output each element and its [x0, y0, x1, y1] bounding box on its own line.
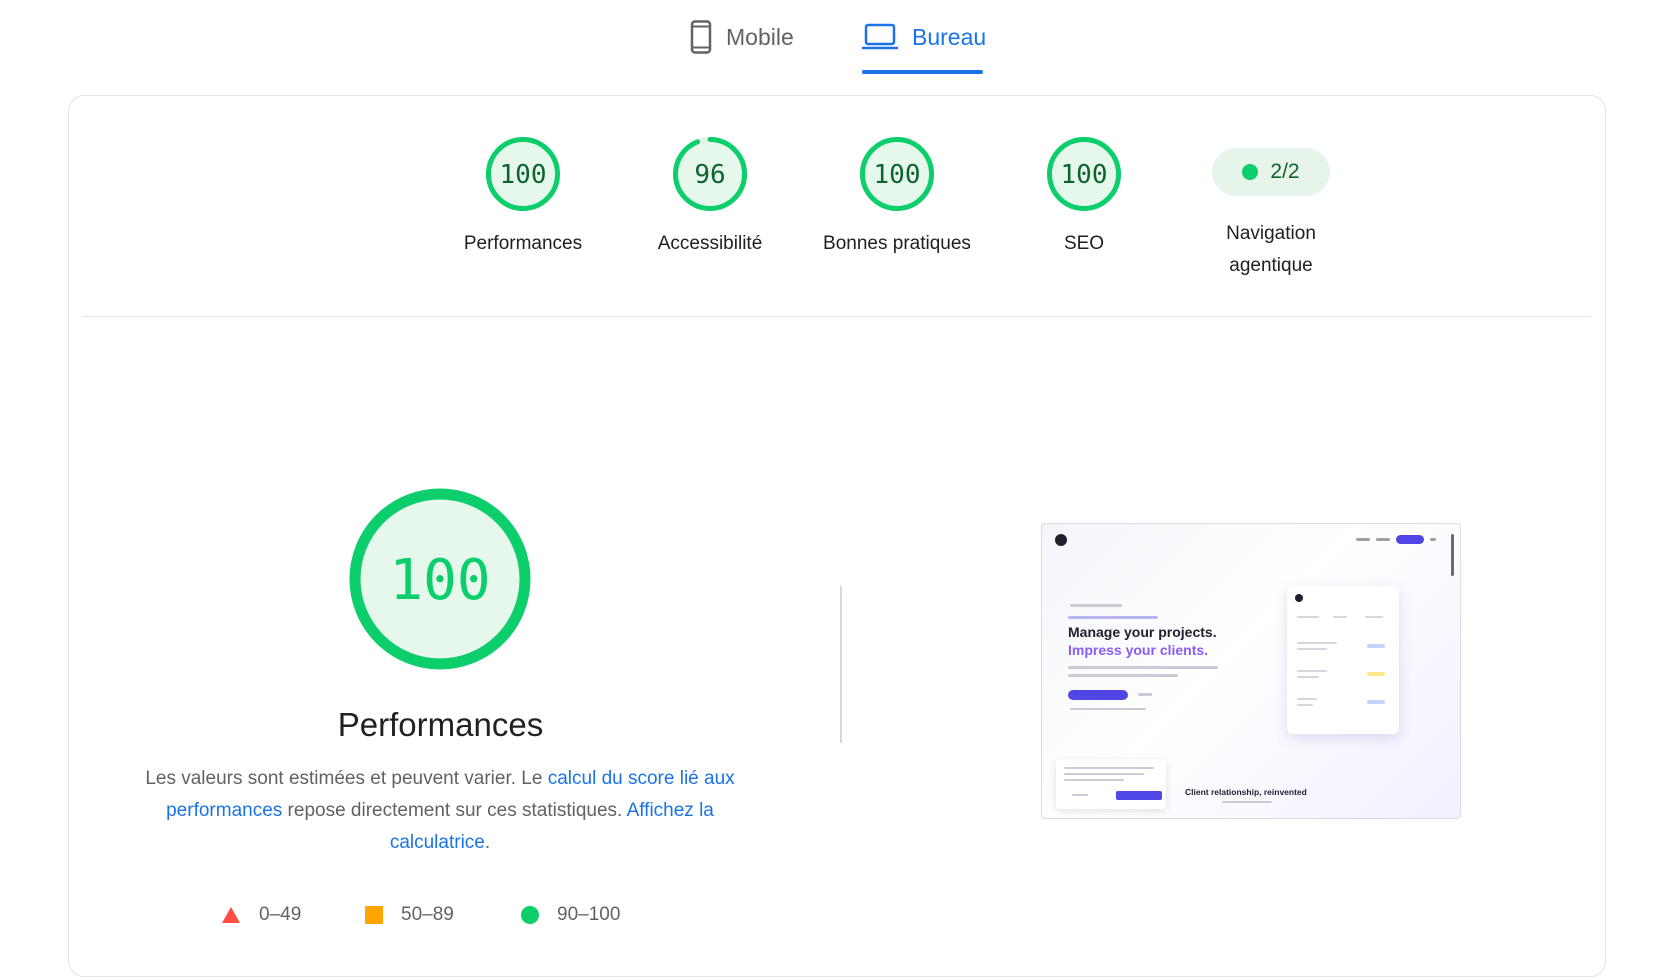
- legend-average-range: 50–89: [401, 904, 454, 925]
- gauge-score: 100: [874, 160, 921, 190]
- desc-text-3: .: [484, 832, 491, 853]
- legend-fail: 0–49: [221, 904, 301, 926]
- circle-icon: [521, 906, 539, 924]
- active-tab-indicator: [862, 70, 983, 74]
- placeholder-line: [1068, 616, 1158, 619]
- tab-mobile[interactable]: Mobile: [690, 12, 794, 62]
- gauge-ring: 100: [860, 137, 934, 211]
- category-gauges: 100 Performances 96 Accessibilité 100 Bo…: [69, 96, 1605, 316]
- performance-description: Les valeurs sont estimées et peuvent var…: [114, 763, 766, 859]
- gauge-accessibility[interactable]: 96 Accessibilité: [610, 134, 810, 260]
- desc-text-2: repose directement sur ces statistiques.: [282, 800, 627, 821]
- placeholder-line: [1070, 708, 1146, 710]
- gauge-seo[interactable]: 100 SEO: [984, 134, 1184, 260]
- gauge-best-practices[interactable]: 100 Bonnes pratiques: [797, 134, 997, 260]
- preview-subheadline: Impress your clients.: [1068, 642, 1209, 658]
- gauge-score: 100: [500, 160, 547, 190]
- performance-score: 100: [389, 548, 490, 613]
- gauge-agentic-navigation[interactable]: 2/2 Navigation agentique: [1171, 134, 1371, 282]
- device-tabs: Mobile Bureau: [0, 0, 1659, 80]
- gauge-performance[interactable]: 100 Performances: [423, 134, 623, 260]
- tab-desktop-label: Bureau: [912, 23, 987, 50]
- section-divider: [83, 316, 1591, 317]
- tab-mobile-label: Mobile: [726, 23, 794, 50]
- legend-fail-range: 0–49: [259, 904, 302, 925]
- gauge-ring: 96: [673, 137, 747, 211]
- gauge-ring: 100: [486, 137, 560, 211]
- legend-average: 50–89: [365, 904, 454, 926]
- navigation-value: 2/2: [1270, 160, 1300, 183]
- gauge-score: 96: [694, 160, 725, 190]
- page-screenshot-preview[interactable]: Manage your projects. Impress your clien…: [1041, 523, 1461, 819]
- pass-dot-icon: [1242, 164, 1259, 180]
- placeholder-line: [1068, 666, 1218, 669]
- vertical-divider: [840, 586, 842, 743]
- placeholder-line: [1070, 604, 1122, 607]
- performance-title: Performances: [337, 706, 544, 743]
- navigation-label-line1: Navigation: [1226, 223, 1316, 244]
- gauge-score: 100: [1061, 160, 1108, 190]
- performance-gauge: 100: [349, 488, 531, 670]
- preview-dashboard-card: [1287, 586, 1399, 734]
- gauge-label: SEO: [1063, 233, 1105, 254]
- preview-footer-heading: Client relationship, reinvented: [1185, 787, 1307, 797]
- triangle-icon: [222, 907, 240, 923]
- laptop-icon: [862, 23, 898, 51]
- preview-cta-button: [1068, 690, 1128, 700]
- gauge-label: Bonnes pratiques: [823, 233, 971, 254]
- gauge-label: Accessibilité: [657, 233, 763, 254]
- site-nav: [1356, 535, 1436, 544]
- navigation-badge: 2/2: [1212, 148, 1330, 196]
- desc-text-1: Les valeurs sont estimées et peuvent var…: [145, 768, 548, 789]
- preview-headline: Manage your projects.: [1068, 624, 1217, 640]
- legend-pass-range: 90–100: [557, 904, 621, 925]
- placeholder-line: [1068, 674, 1178, 677]
- site-logo-icon: [1055, 534, 1067, 546]
- legend-pass: 90–100: [521, 904, 620, 926]
- gauge-label: Navigation agentique: [1171, 218, 1371, 282]
- preview-cookie-banner: [1056, 759, 1166, 809]
- tab-desktop[interactable]: Bureau: [862, 12, 986, 62]
- gauge-ring: 100: [1047, 137, 1121, 211]
- gauge-label: Performances: [463, 233, 583, 254]
- report-card: 100 Performances 96 Accessibilité 100 Bo…: [68, 95, 1606, 977]
- score-legend: 0–49 50–89 90–100: [69, 904, 829, 934]
- navigation-label-line2: agentique: [1229, 255, 1313, 276]
- square-icon: [365, 906, 383, 924]
- smartphone-icon: [690, 20, 712, 54]
- placeholder-line: [1138, 693, 1152, 696]
- scrollbar: [1451, 534, 1454, 576]
- placeholder-line: [1222, 801, 1272, 803]
